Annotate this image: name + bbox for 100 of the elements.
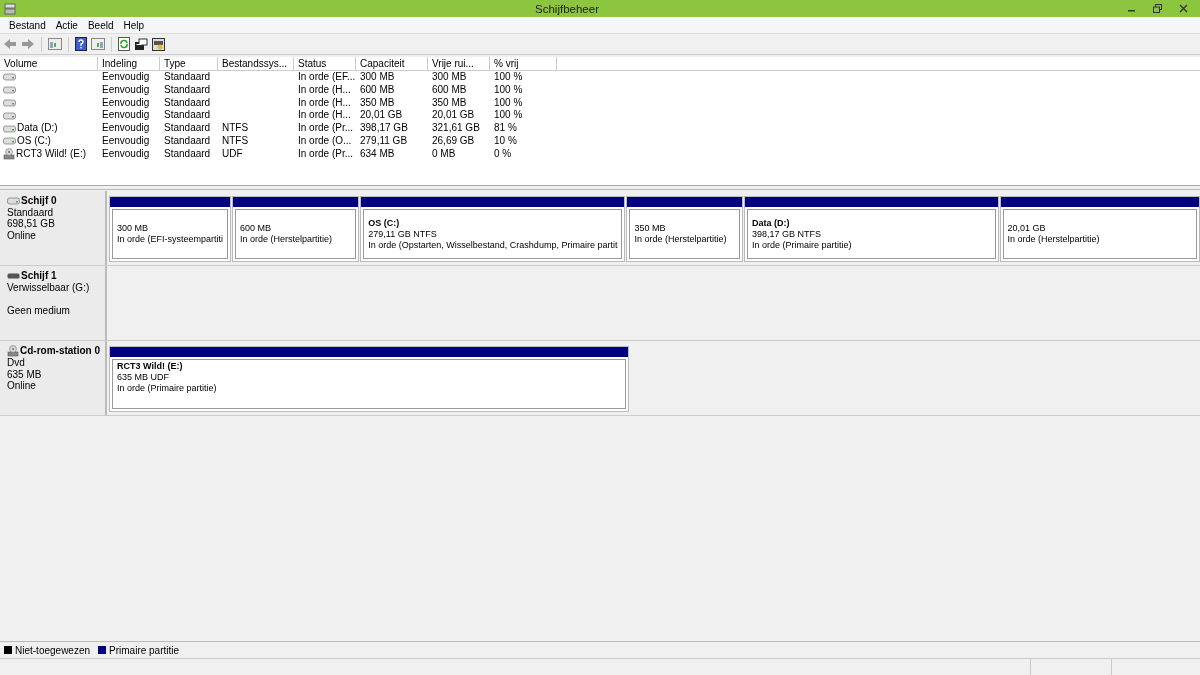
table-cell: UDF [222,147,243,159]
table-cell: 0 MB [432,147,456,159]
column-header[interactable]: Vrije rui... [428,57,490,70]
close-icon[interactable] [1178,4,1188,13]
partition-status: In orde (EFI-systeempartiti [117,234,224,245]
disk-info: 635 MB [7,368,43,380]
help-icon[interactable] [75,37,87,51]
table-cell: Standaard [164,135,211,146]
menu-item[interactable]: Actie [50,19,83,31]
drive-icon [3,73,16,82]
partition-block[interactable]: 20,01 GB In orde (Herstelpartitie) [999,196,1200,262]
table-cell: Standaard [164,147,211,159]
cd-drive-icon [3,148,15,161]
table-cell: In orde (H... [298,83,351,95]
refresh-icon[interactable] [118,37,130,51]
table-cell: Data (D:) [17,122,58,135]
table-cell: 20,01 GB [360,109,403,121]
table-cell: Eenvoudig [102,109,150,121]
window-title: Schijfbeheer [534,2,600,15]
table-cell: Standaard [164,122,211,134]
column-header[interactable]: % vrij [490,57,557,70]
menu-item[interactable]: Bestand [4,19,51,31]
disk-label-panel[interactable]: Cd-rom-station 0 Dvd 635 MB Online [0,341,107,415]
partition-status: In orde (Primaire partitie) [752,239,853,251]
panel-icon[interactable] [48,38,62,50]
disk-label-panel[interactable]: Schijf 0 Standaard 698,51 GB Online [0,191,107,265]
table-cell: 600 MB [432,83,467,95]
removable-drive-icon [7,272,20,279]
table-cell: 100 % [494,96,523,108]
table-cell: 20,01 GB [432,109,475,121]
partition-status: In orde (Primaire partitie) [117,383,218,394]
partition-block[interactable]: 300 MB In orde (EFI-systeempartiti [109,196,232,262]
disk-info: Online [7,229,37,241]
partition-status: In orde (Herstelpartitie) [1007,234,1101,245]
partition-block[interactable]: 350 MB In orde (Herstelpartitie) [626,196,744,262]
column-header[interactable]: Volume [0,57,98,70]
table-cell: 100 % [494,83,523,95]
partition-status: In orde (Herstelpartitie) [634,234,728,245]
table-cell: Eenvoudig [102,83,150,95]
table-cell: Standaard [164,71,211,82]
partition-size: 20,01 GB [1007,223,1047,234]
table-cell: In orde (EF... [298,71,356,82]
table-cell: Standaard [164,109,211,121]
partition-size: 600 MB [240,223,273,234]
drive-icon [3,86,16,95]
partition-size: 398,17 GB NTFS [752,228,823,240]
column-header[interactable]: Type [160,57,218,70]
table-cell: RCT3 Wild! (E:) [16,147,86,161]
partition-size: 279,11 GB NTFS [368,228,438,240]
menu-item[interactable]: Help [118,19,150,31]
partition-status: In orde (Opstarten, Wisselbestand, Crashdump, Primaire partit [368,239,618,251]
partition-block[interactable]: Data (D:) 398,17 GB NTFS In orde (Primaire partitie) [744,196,999,262]
disk-info: 698,51 GB [7,218,56,230]
drive-icon [3,137,16,146]
drive-icon [3,99,16,107]
disk-info: Dvd [7,357,26,369]
table-cell: Eenvoudig [102,147,150,159]
disk-name: Schijf 1 [21,270,57,282]
partition-block[interactable]: OS (C:) 279,11 GB NTFS In orde (Opstarten, Wisselbestand, Crashdump, Primaire partit [360,196,626,262]
partition-block[interactable]: 600 MB In orde (Herstelpartitie) [232,196,360,262]
table-cell: 26,69 GB [432,135,475,146]
restore-icon[interactable] [1152,4,1162,13]
disk-info: Verwisselbaar (G:) [7,281,91,293]
drive-icon [7,196,20,205]
table-cell: 300 MB [360,71,395,82]
partition-title: OS (C:) [368,217,401,229]
table-cell: 100 % [494,71,523,82]
table-cell: Eenvoudig [102,135,150,146]
table-cell: Standaard [164,96,211,108]
table-cell: OS (C:) [17,135,51,148]
table-cell: In orde (O... [298,135,352,146]
legend-label: Primaire partitie [109,644,180,656]
drive-icon [3,111,16,120]
column-header[interactable]: Indeling [98,57,160,70]
table-cell: NTFS [222,135,249,146]
partition-size: 300 MB [117,223,150,234]
menu-item[interactable]: Beeld [82,19,119,31]
partition-block[interactable]: RCT3 Wild! (E:) 635 MB UDF In orde (Primaire partitie) [109,346,629,412]
table-cell: Eenvoudig [102,96,150,108]
properties-icon[interactable] [134,37,148,51]
table-cell: 0 % [494,147,512,159]
disk-label-panel[interactable]: Schijf 1 Verwisselbaar (G:) Geen medium [0,266,107,340]
table-cell: In orde (Pr... [298,147,354,159]
column-header[interactable]: Bestandssys... [218,57,294,70]
disk-settings-icon[interactable] [152,37,165,51]
table-cell: 398,17 GB [360,122,408,134]
table-cell: 279,11 GB [360,135,408,146]
cd-drive-icon [7,345,19,357]
column-header[interactable]: Capaciteit [356,57,428,70]
partition-title: Data (D:) [752,217,791,229]
table-cell: In orde (H... [298,109,351,121]
table-cell: In orde (H... [298,96,351,108]
partition-title: RCT3 Wild! (E:) [117,361,184,372]
legend-label: Niet-toegewezen [15,644,91,656]
partition-size: 350 MB [634,223,667,234]
table-cell: 350 MB [360,96,395,108]
table-cell: In orde (Pr... [298,122,354,134]
disk-info: Online [7,380,37,392]
table-cell: 600 MB [360,83,395,95]
column-header[interactable]: Status [294,57,356,70]
